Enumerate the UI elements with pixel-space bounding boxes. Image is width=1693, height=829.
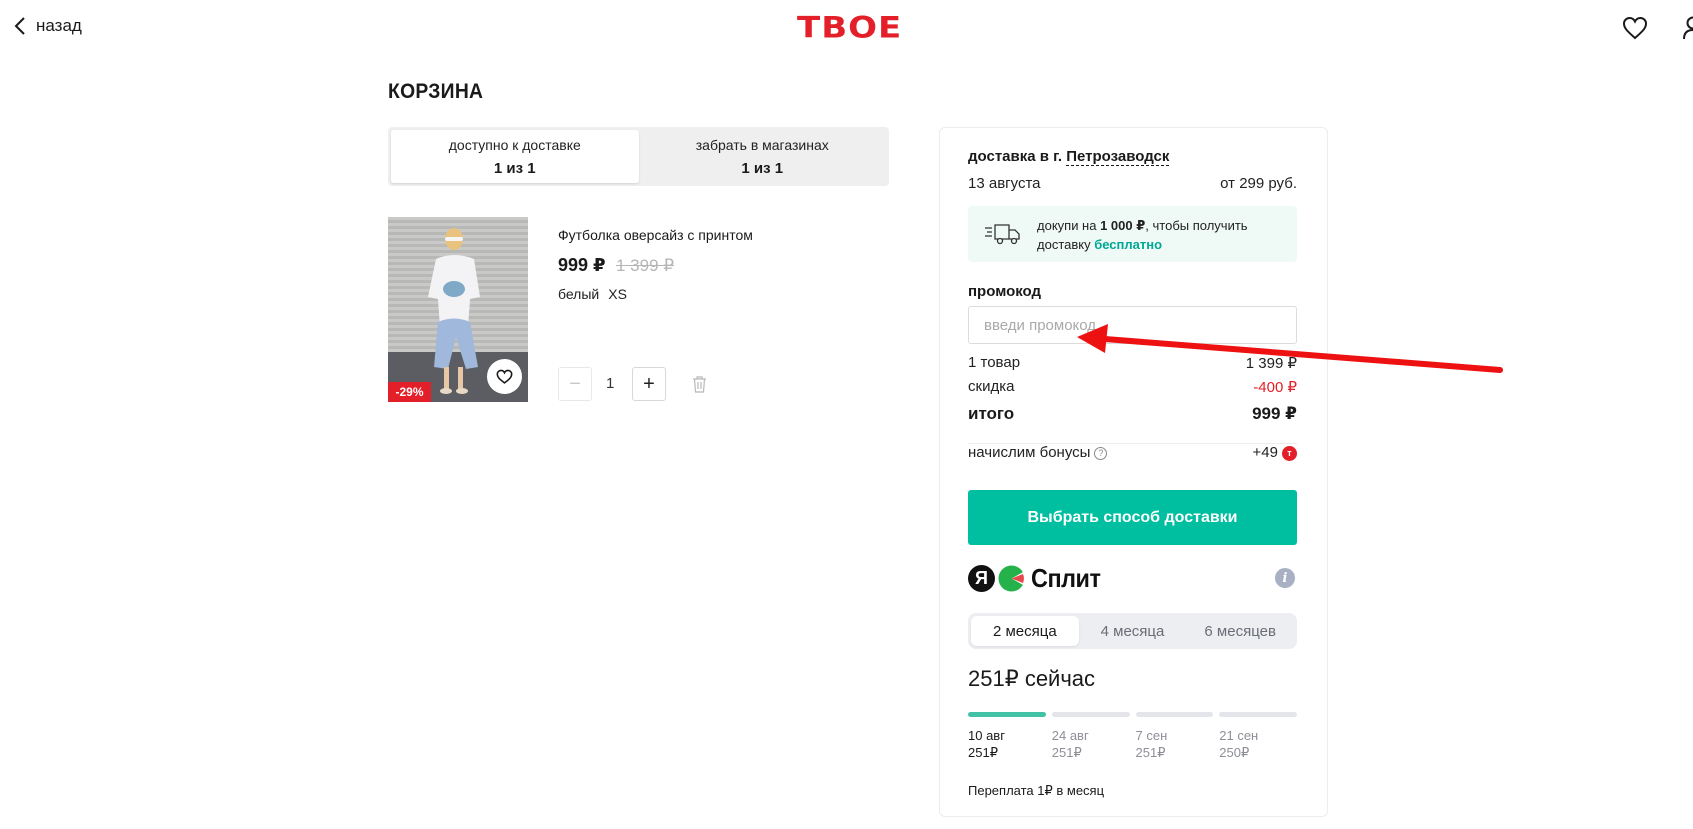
delivery-date: 13 августа [968, 175, 1041, 192]
city-selector[interactable]: Петрозаводск [1066, 148, 1170, 166]
quantity-decrease-button[interactable]: − [558, 367, 592, 401]
payment-item: 7 сен 251₽ [1136, 727, 1214, 761]
period-4-months[interactable]: 4 месяца [1079, 616, 1187, 646]
payment-item: 10 авг 251₽ [968, 727, 1046, 761]
back-label: назад [36, 16, 82, 35]
payment-bar-2 [1051, 712, 1130, 717]
delivery-tabs: доступно к доставке 1 из 1 забрать в маг… [388, 127, 889, 186]
notice-part3: доставку [1037, 237, 1095, 252]
product-attributes: белый XS [558, 286, 627, 302]
yandex-logo-icon: Я [968, 564, 995, 592]
discount-badge: -29% [388, 382, 431, 402]
tab-pickup-label: забрать в магазинах [695, 136, 829, 153]
tab-delivery-label: доступно к доставке [448, 136, 581, 153]
quantity-increase-button[interactable]: + [632, 367, 666, 401]
total-value: 999 ₽ [1252, 404, 1297, 423]
pay-now-amount: 251₽ сейчас [968, 666, 1096, 691]
discount-label: скидка [968, 378, 1015, 395]
notice-part1: докупи на [1037, 218, 1101, 233]
payment-progress [968, 712, 1297, 717]
payment-bar-1 [968, 712, 1046, 717]
truck-icon [985, 224, 1020, 245]
payment-date: 24 авг [1051, 728, 1089, 743]
split-wordmark: Сплит [1031, 562, 1101, 593]
heart-icon[interactable] [1622, 16, 1648, 40]
bonus-value-row: +49 т [1253, 444, 1297, 461]
chevron-left-icon [14, 17, 25, 35]
promo-label: промокод [968, 283, 1042, 300]
split-logo-icon [998, 565, 1025, 591]
notice-amount: 1 000 ₽ [1100, 218, 1146, 233]
payment-date: 21 сен [1219, 728, 1259, 743]
back-link[interactable]: назад [14, 16, 82, 36]
product-size: XS [608, 286, 627, 302]
product-price: 999 ₽ [558, 255, 606, 275]
period-2-months[interactable]: 2 месяца [971, 616, 1079, 646]
bonus-row: начислим бонусы? [968, 444, 1108, 461]
tab-delivery[interactable]: доступно к доставке 1 из 1 [391, 130, 639, 183]
items-count-label: 1 товар [968, 354, 1021, 371]
product-name[interactable]: Футболка оверсайз с принтом [558, 227, 753, 243]
period-6-months[interactable]: 6 месяцев [1186, 616, 1294, 646]
delivery-prefix: доставка в г. [968, 148, 1063, 165]
payment-bar-4 [1219, 712, 1297, 717]
choose-delivery-button[interactable]: Выбрать способ доставки [968, 490, 1297, 545]
payment-amount: 251₽ [1051, 745, 1082, 760]
product-old-price: 1 399 ₽ [616, 256, 675, 275]
payment-bar-3 [1135, 712, 1214, 717]
help-icon[interactable]: ? [1094, 447, 1108, 460]
bonus-coin-icon: т [1282, 446, 1297, 461]
payment-schedule: 10 авг 251₽ 24 авг 251₽ 7 сен 251₽ 21 сен 25… [968, 727, 1297, 761]
notice-free: бесплатно [1094, 237, 1163, 252]
payment-amount: 250₽ [1219, 745, 1250, 760]
user-icon[interactable] [1683, 16, 1693, 40]
tab-delivery-count: 1 из 1 [493, 159, 536, 177]
split-period-selector: 2 месяца 4 месяца 6 месяцев [968, 613, 1297, 649]
info-icon[interactable]: i [1275, 568, 1295, 588]
free-delivery-notice: докупи на 1 000 ₽, чтобы получить достав… [968, 206, 1297, 262]
bonus-value: +49 [1252, 444, 1278, 461]
discount-value: -400 ₽ [1253, 379, 1297, 396]
page-title: КОРЗИНА [388, 80, 484, 103]
bonus-label: начислим бонусы [968, 444, 1091, 461]
trash-icon[interactable] [692, 376, 707, 393]
logo[interactable]: ТВОЕ [797, 10, 903, 46]
tab-pickup-count: 1 из 1 [741, 159, 784, 177]
heart-icon [496, 369, 513, 384]
payment-date: 10 авг [968, 728, 1005, 743]
payment-item: 24 авг 251₽ [1052, 727, 1130, 761]
product-color: белый [558, 286, 600, 302]
payment-amount: 251₽ [968, 745, 998, 760]
add-to-favorites-button[interactable] [487, 359, 522, 394]
overpay-note: Переплата 1₽ в месяц [968, 783, 1105, 798]
delivery-price: от 299 руб. [1220, 175, 1297, 192]
payment-item: 21 сен 250₽ [1219, 727, 1297, 761]
logo-text: ТВОЕ [797, 10, 903, 46]
payment-amount: 251₽ [1135, 745, 1166, 760]
delivery-city: доставка в г. Петрозаводск [968, 148, 1170, 166]
total-label: итого [968, 404, 1015, 423]
tab-pickup[interactable]: забрать в магазинах 1 из 1 [639, 130, 887, 183]
promo-input[interactable] [968, 306, 1297, 344]
payment-date: 7 сен [1135, 728, 1168, 743]
quantity-value: 1 [606, 375, 615, 392]
yandex-split-logo: Я Сплит [968, 562, 1108, 593]
annotation-arrow-icon [1077, 324, 1503, 373]
notice-part2: , чтобы получить [1145, 218, 1248, 233]
items-subtotal: 1 399 ₽ [1245, 355, 1297, 372]
